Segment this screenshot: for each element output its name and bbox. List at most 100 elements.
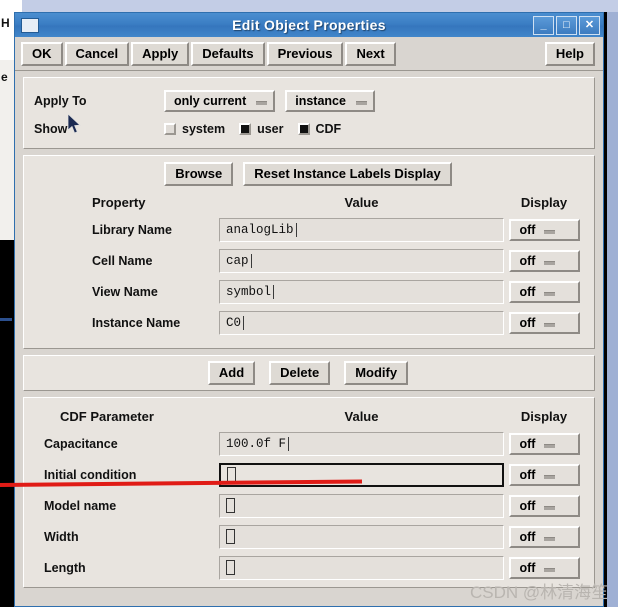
model-name-label: Model name bbox=[44, 498, 117, 513]
width-display-dropdown[interactable]: off bbox=[508, 525, 580, 548]
apply-target-dropdown[interactable]: instance bbox=[285, 90, 375, 112]
window-title: Edit Object Properties bbox=[232, 17, 386, 33]
library-name-display-dropdown[interactable]: off bbox=[508, 218, 580, 241]
view-name-display-dropdown[interactable]: off bbox=[508, 280, 580, 303]
chevron-down-icon bbox=[544, 260, 556, 265]
modify-button[interactable]: Modify bbox=[344, 361, 409, 385]
next-button[interactable]: Next bbox=[345, 41, 396, 66]
library-name-display-cell: off bbox=[504, 218, 584, 241]
apply-to-panel: Apply To only current instance Show syst… bbox=[23, 77, 595, 149]
property-panel: Browse Reset Instance Labels Display Pro… bbox=[23, 155, 595, 349]
show-label: Show bbox=[34, 122, 68, 136]
model-name-display-cell: off bbox=[504, 494, 584, 517]
library-name-display-value: off bbox=[519, 222, 536, 237]
view-name-input[interactable]: symbol bbox=[219, 279, 504, 304]
chevron-down-icon bbox=[544, 536, 556, 541]
table-row: Library Name analogLib off bbox=[34, 214, 584, 245]
apply-scope-dropdown[interactable]: only current bbox=[164, 90, 276, 112]
close-button[interactable]: ✕ bbox=[579, 15, 600, 35]
capacitance-display-value: off bbox=[519, 436, 536, 451]
view-name-label: View Name bbox=[92, 284, 158, 299]
reset-instance-labels-button[interactable]: Reset Instance Labels Display bbox=[243, 162, 452, 186]
capacitance-value: 100.0f F bbox=[226, 436, 287, 451]
window-menu-icon[interactable] bbox=[21, 17, 39, 33]
chevron-down-icon bbox=[355, 101, 367, 105]
length-label: Length bbox=[44, 560, 86, 575]
capacitance-display-dropdown[interactable]: off bbox=[508, 432, 580, 455]
show-user-checkbox[interactable]: user bbox=[239, 122, 284, 136]
mouse-cursor-icon bbox=[68, 114, 81, 134]
property-actions-panel: Add Delete Modify bbox=[23, 355, 595, 391]
checkbox-icon bbox=[164, 123, 176, 135]
cell-name-input[interactable]: cap bbox=[219, 248, 504, 273]
show-system-checkbox[interactable]: system bbox=[164, 122, 225, 136]
cdf-header-row: CDF Parameter Value Display bbox=[34, 404, 584, 428]
apply-to-label: Apply To bbox=[34, 94, 87, 108]
width-display-cell: off bbox=[504, 525, 584, 548]
maximize-button[interactable]: □ bbox=[556, 15, 577, 35]
show-cdf-checkbox[interactable]: CDF bbox=[297, 122, 341, 136]
cell-name-display-dropdown[interactable]: off bbox=[508, 249, 580, 272]
view-name-display-value: off bbox=[519, 284, 536, 299]
cancel-button[interactable]: Cancel bbox=[64, 41, 130, 66]
instance-name-input[interactable]: C0 bbox=[219, 310, 504, 335]
screenshot-root: H e Edit Object Properties _ □ ✕ OK Canc… bbox=[0, 0, 618, 607]
delete-button[interactable]: Delete bbox=[269, 361, 331, 385]
chevron-down-icon bbox=[544, 474, 556, 479]
desktop-background-right-lower bbox=[607, 12, 618, 607]
initial-condition-display-value: off bbox=[519, 467, 536, 482]
capacitance-input[interactable]: 100.0f F bbox=[219, 431, 504, 456]
initial-condition-label: Initial condition bbox=[44, 467, 137, 482]
cell-name-display-value: off bbox=[519, 253, 536, 268]
library-name-input[interactable]: analogLib bbox=[219, 217, 504, 242]
model-name-display-value: off bbox=[519, 498, 536, 513]
table-row: Model name off bbox=[34, 490, 584, 521]
capacitance-label: Capacitance bbox=[44, 436, 118, 451]
desktop-background-top bbox=[0, 0, 618, 12]
table-row: Capacitance 100.0f F off bbox=[34, 428, 584, 459]
view-name-value: symbol bbox=[226, 284, 272, 299]
apply-target-value: instance bbox=[295, 94, 346, 108]
length-display-dropdown[interactable]: off bbox=[508, 556, 580, 579]
text-cursor-icon bbox=[226, 560, 235, 575]
watermark-text: CSDN @林清海笙 bbox=[470, 583, 609, 602]
checkbox-checked-icon bbox=[239, 123, 252, 135]
model-name-display-dropdown[interactable]: off bbox=[508, 494, 580, 517]
background-blue-marker bbox=[0, 318, 12, 321]
previous-button[interactable]: Previous bbox=[266, 41, 344, 66]
chevron-down-icon bbox=[544, 229, 556, 234]
apply-button[interactable]: Apply bbox=[131, 41, 190, 66]
length-display-cell: off bbox=[504, 556, 584, 579]
background-text-fragment-top: H bbox=[1, 16, 10, 30]
cdf-value-column-header: Value bbox=[344, 408, 379, 424]
width-input[interactable] bbox=[219, 524, 504, 549]
cdf-display-column-header: Display bbox=[520, 408, 568, 424]
instance-name-label: Instance Name bbox=[92, 315, 181, 330]
model-name-input[interactable] bbox=[219, 493, 504, 518]
show-system-label: system bbox=[182, 122, 226, 136]
cdf-parameter-panel: CDF Parameter Value Display Capacitance … bbox=[23, 397, 595, 588]
defaults-button[interactable]: Defaults bbox=[191, 41, 265, 66]
width-label: Width bbox=[44, 529, 79, 544]
instance-name-display-cell: off bbox=[504, 311, 584, 334]
ok-button[interactable]: OK bbox=[21, 41, 63, 66]
minimize-button[interactable]: _ bbox=[533, 15, 554, 35]
chevron-down-icon bbox=[544, 291, 556, 296]
property-button-row: Browse Reset Instance Labels Display bbox=[34, 162, 584, 186]
title-bar[interactable]: Edit Object Properties _ □ ✕ bbox=[15, 13, 603, 37]
text-caret bbox=[273, 284, 275, 299]
length-input[interactable] bbox=[219, 555, 504, 580]
add-button[interactable]: Add bbox=[207, 361, 256, 385]
apply-to-row: Apply To only current instance bbox=[34, 86, 584, 116]
cell-name-display-cell: off bbox=[504, 249, 584, 272]
text-cursor-icon bbox=[226, 529, 235, 544]
edit-object-properties-dialog: Edit Object Properties _ □ ✕ OK Cancel A… bbox=[14, 12, 604, 607]
initial-condition-display-dropdown[interactable]: off bbox=[508, 463, 580, 486]
chevron-down-icon bbox=[544, 322, 556, 327]
property-header-row: Property Value Display bbox=[34, 190, 584, 214]
window-controls: _ □ ✕ bbox=[533, 15, 600, 35]
instance-name-display-dropdown[interactable]: off bbox=[508, 311, 580, 334]
browse-button[interactable]: Browse bbox=[164, 162, 234, 186]
text-caret bbox=[295, 222, 297, 237]
help-button[interactable]: Help bbox=[544, 41, 595, 66]
